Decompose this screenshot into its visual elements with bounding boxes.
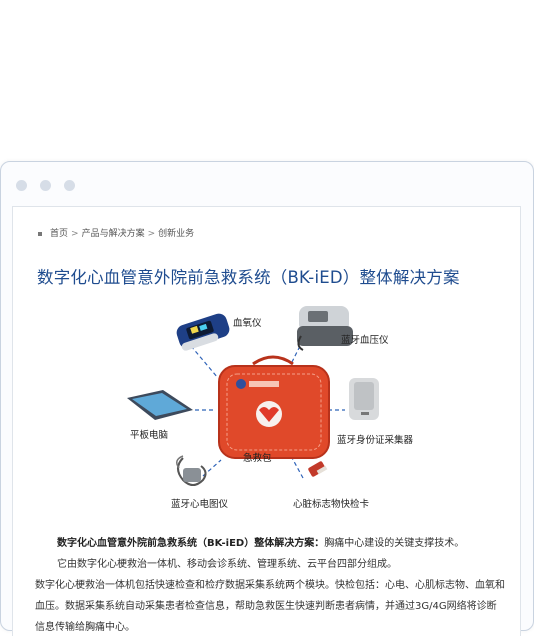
breadcrumb-separator: >: [71, 229, 79, 239]
label-marker-card: 心脏标志物快检卡: [293, 499, 370, 510]
breadcrumb-separator: >: [147, 229, 156, 239]
label-ecg: 蓝牙心电图仪: [171, 499, 229, 510]
window-dot-2[interactable]: [40, 180, 51, 191]
breadcrumb-innovation[interactable]: 创新业务: [158, 229, 194, 239]
breadcrumb: 首页 > 产品与解决方案 > 创新业务: [38, 226, 194, 239]
paragraph-intro-rest: 胸痛中心建设的关键支撑技术。: [324, 538, 465, 549]
solution-diagram: 血氧仪 蓝牙血压仪 平板电脑 蓝牙身份证采集器 急救包 蓝牙心电图仪 心脏标志物…: [123, 298, 415, 516]
paragraph-intro: 数字化心血管意外院前急救系统（BK-iED）整体解决方案：胸痛中心建设的关键支撑…: [35, 533, 505, 554]
window-dot-3[interactable]: [64, 180, 75, 191]
breadcrumb-bullet-icon: [38, 231, 42, 236]
label-id-reader: 蓝牙身份证采集器: [337, 435, 414, 446]
window-controls: [16, 176, 88, 191]
page-title: 数字化心血管意外院前急救系统（BK-iED）整体解决方案: [37, 268, 460, 287]
label-bp-monitor: 蓝牙血压仪: [341, 335, 389, 346]
window-dot-1[interactable]: [16, 180, 27, 191]
paragraph-components: 它由数字化心梗救治一体机、移动会诊系统、管理系统、云平台四部分组成。: [57, 559, 397, 570]
breadcrumb-products[interactable]: 产品与解决方案: [82, 229, 145, 239]
paragraph-intro-bold: 数字化心血管意外院前急救系统（BK-iED）整体解决方案：: [57, 538, 325, 549]
test-card-icon: [308, 461, 328, 477]
ecg-device-icon: [176, 455, 207, 486]
emergency-bag-icon: [218, 355, 330, 459]
page-content: 首页 > 产品与解决方案 > 创新业务 数字化心血管意外院前急救系统（BK-iED）整体…: [12, 206, 521, 636]
label-bag: 急救包: [243, 453, 272, 464]
breadcrumb-home[interactable]: 首页: [50, 229, 68, 239]
paragraph-details: 数字化心梗救治一体机包括快速检查和检疗数据采集系统两个模块。快检包括：心电、心肌…: [35, 580, 505, 633]
label-oximeter: 血氧仪: [233, 318, 262, 329]
browser-window: 首页 > 产品与解决方案 > 创新业务 数字化心血管意外院前急救系统（BK-iED）整体…: [0, 161, 534, 636]
label-tablet: 平板电脑: [130, 430, 169, 441]
diagram-graphic: [127, 306, 379, 486]
oximeter-icon: [176, 313, 230, 351]
tablet-icon: [127, 390, 193, 420]
id-reader-icon: [349, 378, 379, 420]
